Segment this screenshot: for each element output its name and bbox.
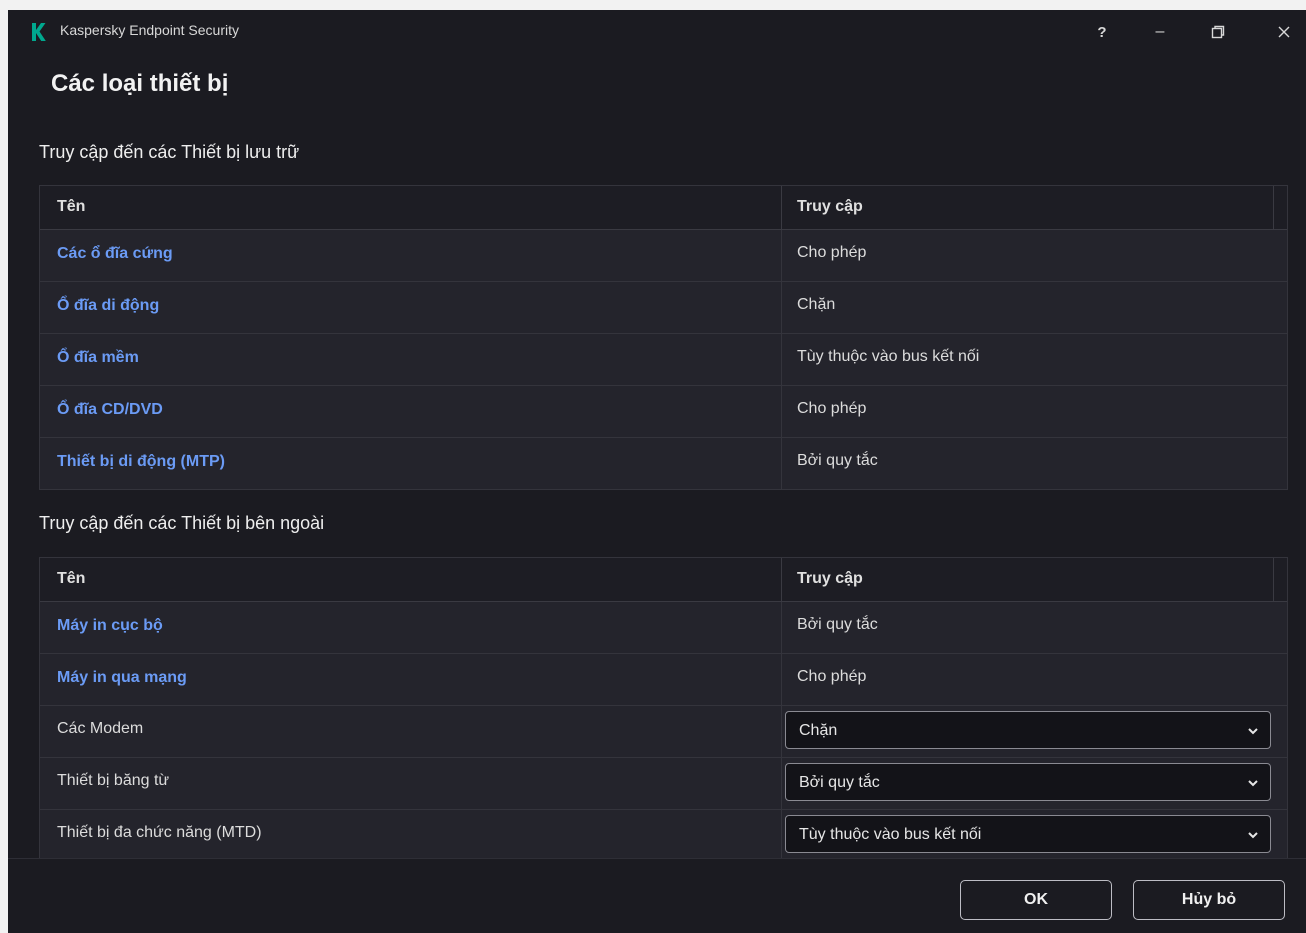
kaspersky-logo-icon (32, 23, 46, 41)
help-button[interactable]: ? (1084, 18, 1120, 46)
close-icon (1278, 26, 1290, 38)
dialog-footer: OK Hủy bỏ (8, 858, 1306, 933)
device-link[interactable]: Ổ đĩa mềm (57, 349, 139, 367)
access-select[interactable]: Chặn (785, 711, 1271, 749)
column-divider[interactable] (781, 186, 782, 229)
cell-divider (781, 386, 782, 437)
chevron-down-icon (1248, 780, 1258, 787)
access-select[interactable]: Bởi quy tắc (785, 763, 1271, 801)
table-row[interactable]: Ổ đĩa CD/DVD Cho phép (40, 386, 1287, 438)
table-row[interactable]: Máy in qua mạng Cho phép (40, 654, 1287, 706)
access-value: Chặn (797, 296, 836, 313)
device-name: Thiết bị băng từ (57, 772, 170, 789)
access-select-value: Bởi quy tắc (799, 774, 880, 791)
app-title: Kaspersky Endpoint Security (60, 22, 239, 38)
table-row: Thiết bị băng từ Bởi quy tắc (40, 758, 1287, 810)
column-divider[interactable] (1273, 186, 1274, 229)
table-header: Tên Truy cập (40, 558, 1287, 602)
table-header: Tên Truy cập (40, 186, 1287, 230)
column-divider[interactable] (1273, 558, 1274, 601)
column-header-name[interactable]: Tên (57, 570, 85, 588)
cell-divider (781, 438, 782, 489)
access-value: Bởi quy tắc (797, 452, 878, 469)
device-name: Các Modem (57, 720, 144, 737)
cell-divider (781, 706, 782, 757)
device-link[interactable]: Ổ đĩa di động (57, 297, 159, 315)
access-select[interactable]: Tùy thuộc vào bus kết nối (785, 815, 1271, 853)
access-value: Bởi quy tắc (797, 616, 878, 633)
cell-divider (781, 758, 782, 809)
title-bar: Kaspersky Endpoint Security ? – (8, 10, 1306, 52)
column-header-name[interactable]: Tên (57, 198, 85, 216)
cell-divider (781, 230, 782, 281)
maximize-button[interactable] (1200, 18, 1236, 46)
column-divider[interactable] (781, 558, 782, 601)
cell-divider (781, 602, 782, 653)
device-name: Thiết bị đa chức năng (MTD) (57, 824, 262, 841)
chevron-down-icon (1248, 832, 1258, 839)
minimize-button[interactable]: – (1142, 18, 1178, 46)
external-devices-table: Tên Truy cập Máy in cục bộ Bởi quy tắc M… (39, 557, 1288, 859)
device-link[interactable]: Ổ đĩa CD/DVD (57, 401, 163, 419)
cell-divider (781, 282, 782, 333)
settings-window: Kaspersky Endpoint Security ? – Các loại… (8, 10, 1306, 933)
table-row[interactable]: Thiết bị di động (MTP) Bởi quy tắc (40, 438, 1287, 489)
device-link[interactable]: Máy in cục bộ (57, 617, 163, 635)
table-row[interactable]: Máy in cục bộ Bởi quy tắc (40, 602, 1287, 654)
column-header-access[interactable]: Truy cập (797, 570, 863, 588)
table-row: Thiết bị đa chức năng (MTD) Tùy thuộc và… (40, 810, 1287, 858)
access-value: Cho phép (797, 668, 867, 685)
device-link[interactable]: Các ổ đĩa cứng (57, 245, 173, 263)
restore-icon (1211, 25, 1225, 39)
ok-button[interactable]: OK (960, 880, 1112, 920)
access-select-value: Chặn (799, 722, 838, 739)
cancel-button[interactable]: Hủy bỏ (1133, 880, 1285, 920)
external-section-title: Truy cập đến các Thiết bị bên ngoài (39, 513, 325, 533)
column-header-access[interactable]: Truy cập (797, 198, 863, 216)
table-row: Các Modem Chặn (40, 706, 1287, 758)
cell-divider (781, 654, 782, 705)
device-link[interactable]: Máy in qua mạng (57, 669, 187, 687)
access-value: Tùy thuộc vào bus kết nối (797, 348, 980, 365)
access-select-value: Tùy thuộc vào bus kết nối (799, 826, 982, 843)
storage-section-title: Truy cập đến các Thiết bị lưu trữ (39, 142, 300, 162)
cell-divider (781, 334, 782, 385)
storage-devices-table: Tên Truy cập Các ổ đĩa cứng Cho phép Ổ đ… (39, 185, 1288, 490)
page-title: Các loại thiết bị (51, 70, 229, 97)
table-row[interactable]: Ổ đĩa mềm Tùy thuộc vào bus kết nối (40, 334, 1287, 386)
table-row[interactable]: Các ổ đĩa cứng Cho phép (40, 230, 1287, 282)
access-value: Cho phép (797, 400, 867, 417)
chevron-down-icon (1248, 728, 1258, 735)
device-link[interactable]: Thiết bị di động (MTP) (57, 453, 225, 471)
access-value: Cho phép (797, 244, 867, 261)
close-button[interactable] (1266, 18, 1302, 46)
cell-divider (781, 810, 782, 858)
table-row[interactable]: Ổ đĩa di động Chặn (40, 282, 1287, 334)
